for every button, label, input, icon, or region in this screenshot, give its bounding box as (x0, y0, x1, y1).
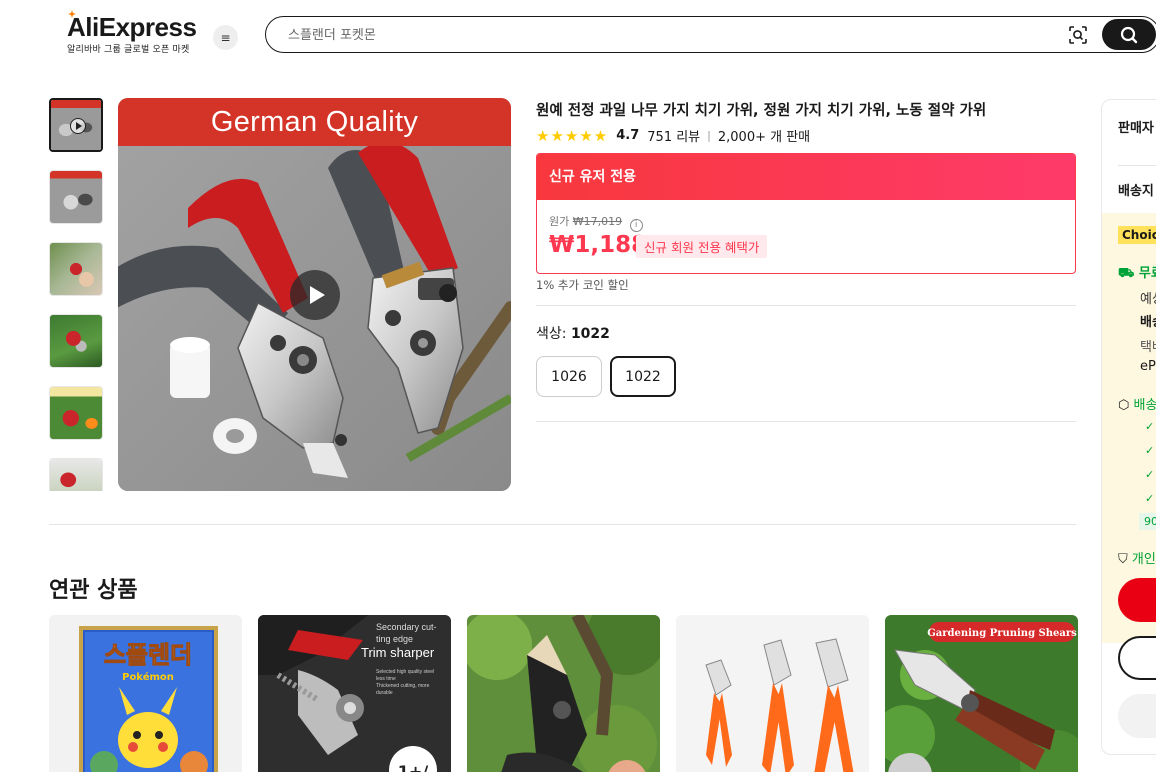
rating-value: 4.7 (616, 128, 640, 143)
option-1022[interactable]: 1022 (610, 356, 676, 397)
card2-line2: ting edge (376, 634, 413, 644)
seller-label[interactable]: 판매자 (1118, 117, 1154, 136)
image-search-icon[interactable] (1068, 25, 1088, 45)
option-1026[interactable]: 1026 (536, 356, 602, 397)
logo-subtitle: 알리바바 그룹 글로벌 오픈 마켓 (67, 45, 190, 55)
add-to-cart-button[interactable] (1118, 636, 1156, 680)
check-icon: ✓ (1145, 468, 1155, 481)
thumbnail-list (49, 98, 105, 491)
box-icon: ⬡ (1118, 398, 1130, 413)
shears-closeup-image: Secondary cut- ting edge Trim sharper Se… (258, 615, 451, 772)
divider (536, 305, 1076, 306)
main-image-banner: German Quality (118, 98, 511, 146)
truck-icon: ⛟ (1118, 266, 1135, 281)
promo-price-box: 신규 유저 전용 원가 ₩17,019 i ₩1,188 신규 회원 전용 혜택… (536, 153, 1076, 274)
info-icon[interactable]: i (629, 219, 643, 232)
product-title: 원예 전정 과일 나무 가지 치기 가위, 정원 가지 치기 가위, 노동 절약… (536, 103, 987, 119)
logo-text: AliExpress (67, 12, 197, 42)
page: AliExpress 알리바바 그룹 글로벌 오픈 마켓 ≡ 스플랜더 포켓몬 … (0, 0, 1156, 772)
card1-title: 스플렌더 (104, 641, 192, 669)
thumbnail-6[interactable] (49, 458, 103, 491)
star-rating-icon: ★★★★★ (536, 126, 609, 145)
related-products-title: 연관 상품 (49, 578, 138, 603)
rating-row: ★★★★★ 4.7 751 리뷰 | 2,000+ 개 판매 (536, 126, 811, 146)
courier-line: 택배 (1140, 340, 1156, 355)
shipping-label[interactable]: 배송지 (1118, 180, 1154, 199)
promo-header: 신규 유저 전용 (537, 154, 1075, 200)
shield-icon: ⛉ (1118, 552, 1128, 567)
divider (1118, 165, 1156, 166)
privacy-line: ⛉ 개인 (1118, 548, 1156, 567)
shears-set-image (676, 615, 869, 772)
separator: | (707, 129, 711, 142)
check-icon: ✓ (1145, 492, 1155, 505)
gardening-shears-image: Gardening Pruning Shears (885, 615, 1078, 772)
play-video-button[interactable] (290, 270, 340, 320)
play-icon (70, 118, 86, 134)
related-product-card[interactable] (676, 615, 869, 772)
original-price: 원가 ₩17,019 i (549, 213, 643, 232)
delivery-promise: ⬡ 배송 (1118, 394, 1156, 413)
search-input[interactable] (288, 25, 1048, 45)
estimate-line: 예상 (1140, 292, 1156, 307)
main-product-image[interactable]: German Quality (118, 98, 511, 491)
shears-outdoor-image (467, 615, 660, 772)
delivery-line: 배송 (1140, 315, 1156, 330)
store-button[interactable] (1118, 694, 1156, 738)
related-product-card[interactable]: Gardening Pruning Shears (885, 615, 1078, 772)
delivery-promise-label: 배송 (1133, 398, 1156, 413)
related-product-card[interactable]: 스플렌더 Pokémon (49, 615, 242, 772)
card2-badge: 1+/ (398, 762, 429, 772)
original-price-label: 원가 (549, 215, 570, 228)
color-label-text: 색상: (536, 326, 567, 342)
purchase-side-panel: 판매자 배송지 Choice ⛟ 무료 예상 배송 택배 eP ⬡ 배송 ✓ ✓… (1101, 99, 1156, 755)
related-product-card[interactable] (467, 615, 660, 772)
board-game-image: 스플렌더 Pokémon (49, 615, 242, 772)
privacy-label: 개인 (1131, 552, 1156, 567)
aliexpress-logo[interactable]: AliExpress 알리바바 그룹 글로벌 오픈 마켓 (67, 10, 197, 55)
search-bar (265, 16, 1156, 53)
card1-subtitle: Pokémon (122, 671, 174, 683)
thumbnail-4[interactable] (49, 314, 103, 368)
check-icon: ✓ (1145, 444, 1155, 457)
menu-icon[interactable]: ≡ (213, 25, 238, 50)
divider (536, 421, 1076, 422)
day-badge: 90 (1139, 513, 1156, 530)
check-icon: ✓ (1145, 420, 1155, 433)
thumbnail-5[interactable] (49, 386, 103, 440)
card2-line1: Secondary cut- (376, 622, 437, 632)
related-product-card[interactable]: Secondary cut- ting edge Trim sharper Se… (258, 615, 451, 772)
coin-discount: 1% 추가 코인 할인 (536, 278, 629, 292)
sale-price: ₩1,188 (549, 232, 648, 258)
card2-detail2: less time (376, 676, 396, 682)
color-label: 색상: 1022 (536, 323, 610, 343)
card2-headline: Trim sharper (361, 645, 435, 660)
thumbnail-2[interactable] (49, 170, 103, 224)
card2-detail1: Selected high quality steel (376, 669, 434, 675)
thumbnail-video[interactable] (49, 98, 103, 152)
thumbnail-3[interactable] (49, 242, 103, 296)
original-price-value: ₩17,019 (572, 215, 623, 228)
buy-now-button[interactable] (1118, 578, 1156, 622)
search-button[interactable] (1102, 19, 1156, 50)
epacket-line: eP (1140, 359, 1156, 374)
card5-banner: Gardening Pruning Shears (927, 628, 1077, 639)
card2-detail4: durable (376, 690, 393, 696)
free-shipping-label: 무료 (1138, 266, 1156, 281)
search-icon (1120, 26, 1138, 43)
divider (49, 524, 1076, 525)
color-selected-value: 1022 (570, 326, 610, 342)
choice-badge: Choice (1118, 226, 1156, 244)
price-tag-badge: 신규 회원 전용 혜택가 (636, 235, 768, 258)
review-count[interactable]: 751 리뷰 (647, 126, 700, 145)
sold-count: 2,000+ 개 판매 (717, 130, 811, 145)
free-shipping: ⛟ 무료 (1118, 262, 1156, 283)
card2-detail3: Thickened cutting, more (376, 683, 430, 689)
